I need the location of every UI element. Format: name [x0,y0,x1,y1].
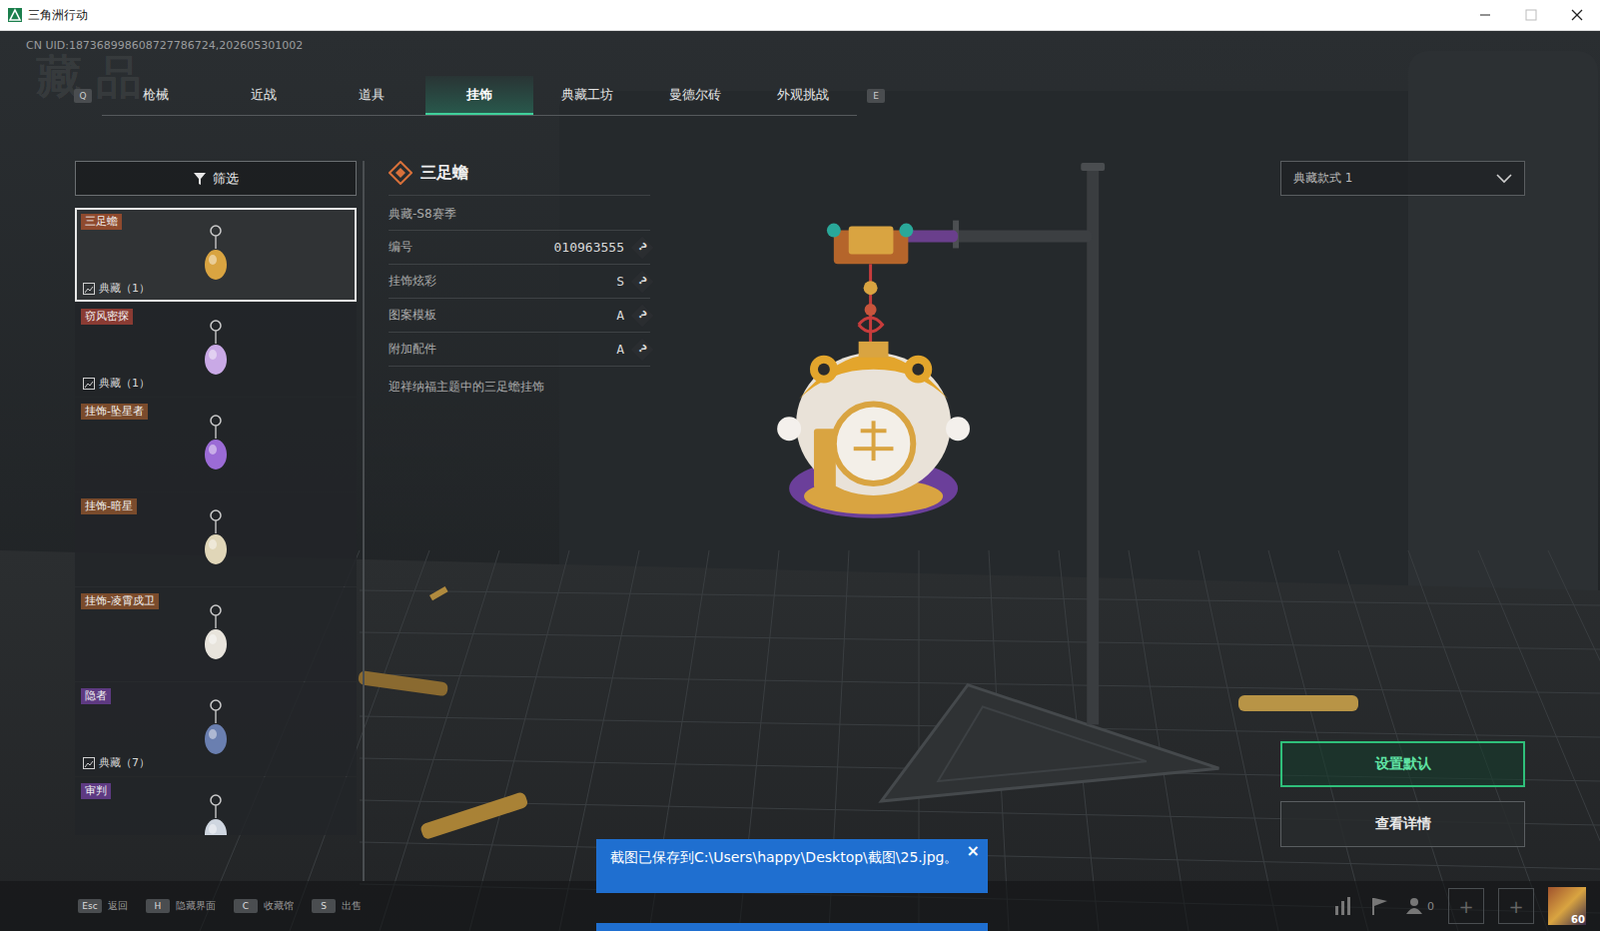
item-card[interactable]: 隐者 典藏（7） [74,682,357,777]
tab-bar: Q 枪械近战道具挂饰典藏工坊曼德尔砖外观挑战 E [73,75,1600,116]
charm-icon [195,507,236,572]
collection-count: 典藏（1） [82,375,150,391]
key-hint[interactable]: C 收藏馆 [233,898,294,913]
item-name-badge: 挂饰-凌霄戍卫 [80,593,159,610]
next-tab-key[interactable]: E [866,88,885,103]
help-button[interactable]: ? [631,235,655,259]
party-slot[interactable]: + [1448,887,1485,924]
charm-icon [195,222,236,287]
item-description: 迎祥纳福主题中的三足蟾挂饰 [388,366,651,396]
close-icon[interactable] [1554,0,1600,30]
charm-on-stand-icon [650,160,1281,881]
key-hint[interactable]: Esc 返回 [77,898,128,913]
key-hint[interactable]: H 隐藏界面 [145,898,216,913]
charm-icon [195,697,236,762]
toast-close-button[interactable]: × [966,840,980,860]
item-title: 三足蟾 [388,160,651,196]
person-icon [1405,896,1424,915]
title-bar: 三角洲行动 [0,0,1600,31]
item-card[interactable]: 挂饰-凌霄戍卫 [74,587,357,682]
tab[interactable]: 近战 [209,75,318,115]
primary-button[interactable]: 设置默认 [1280,741,1526,788]
tab[interactable]: 外观挑战 [749,75,857,115]
item-name-badge: 挂饰-坠星者 [80,403,148,420]
prev-tab-key[interactable]: Q [73,88,92,103]
item-name-badge: 隐者 [80,688,111,705]
item-season: 典藏-S8赛季 [388,195,651,231]
charm-icon [195,317,236,382]
item-name-badge: 窃风密探 [80,308,133,325]
game-area: 藏品 CN UID:187368998608727786724,20260530… [0,30,1600,931]
picture-icon [82,377,95,390]
tab[interactable]: 枪械 [101,75,210,115]
screenshot-toast: 截图已保存到C:\Users\happy\Desktop\截图\25.jpg。 … [596,838,988,893]
collection-count: 典藏（7） [82,755,150,771]
item-card[interactable]: 审判 [74,777,357,835]
style-dropdown[interactable]: 典藏款式 1 [1280,160,1526,196]
charm-icon [195,412,236,477]
charm-icon [195,792,236,835]
item-card[interactable]: 窃风密探 典藏（1） [74,302,357,397]
item-card[interactable]: 挂饰-坠星者 [74,397,357,492]
tab[interactable]: 典藏工坊 [533,75,642,115]
attribute-row: 编号 010963555 ? [388,230,651,265]
charm-icon [195,602,236,667]
player-level: 60 [1571,913,1586,925]
app-logo-icon [7,7,22,22]
item-list: 三足蟾 典藏（1）窃风密探 典藏（1）挂饰-坠星者 挂饰-暗星 挂饰-凌霄戍卫 … [74,207,357,835]
minimize-icon[interactable] [1462,0,1509,30]
item-card[interactable]: 挂饰-暗星 [74,492,357,587]
tab[interactable]: 曼德尔砖 [641,75,750,115]
attribute-row: 图案模板 A ? [388,298,651,333]
tab[interactable]: 道具 [317,75,426,115]
section-watermark: 藏品 [35,46,156,109]
filter-icon [192,171,207,186]
chevron-down-icon [1496,173,1513,184]
flag-icon[interactable] [1369,895,1392,916]
party-slot[interactable]: + [1498,887,1535,924]
tab[interactable]: 挂饰 [425,75,534,115]
item-list-panel: 筛选 三足蟾 典藏（1）窃风密探 典藏（1）挂饰-坠星者 挂饰-暗星 挂饰-凌霄… [74,160,365,881]
friends-count[interactable]: 0 [1405,896,1435,915]
attribute-row: 挂饰炫彩 S ? [388,264,651,299]
secondary-button[interactable]: 查看详情 [1280,800,1526,847]
item-name-badge: 审判 [80,783,111,800]
picture-icon [82,282,95,295]
maximize-icon[interactable] [1508,0,1555,30]
item-name-badge: 三足蟾 [80,213,122,230]
item-detail-panel: 三足蟾 典藏-S8赛季 编号 010963555 ?挂饰炫彩 S ?图案模板 A… [388,160,651,881]
attribute-row: 附加配件 A ? [388,332,651,367]
key-hint[interactable]: S 出售 [311,898,362,913]
help-button[interactable]: ? [631,337,655,361]
stats-icon[interactable] [1333,895,1356,916]
charm-preview[interactable] [650,160,1281,881]
toast-stack [596,922,988,931]
game-window: 三角洲行动 藏品 CN UID:187368998608727786724,20… [0,0,1600,931]
player-avatar[interactable]: 60 [1548,886,1587,925]
collection-count: 典藏（1） [82,280,150,296]
player-uid: CN UID:187368998608727786724,20260530100… [25,38,1600,53]
window-title: 三角洲行动 [27,6,88,24]
filter-button[interactable]: 筛选 [74,160,357,196]
item-card[interactable]: 三足蟾 典藏（1） [74,207,357,302]
picture-icon [82,757,95,770]
help-button[interactable]: ? [631,303,655,327]
item-name-badge: 挂饰-暗星 [80,498,137,515]
help-button[interactable]: ? [631,269,655,293]
rarity-diamond-icon [388,160,413,185]
